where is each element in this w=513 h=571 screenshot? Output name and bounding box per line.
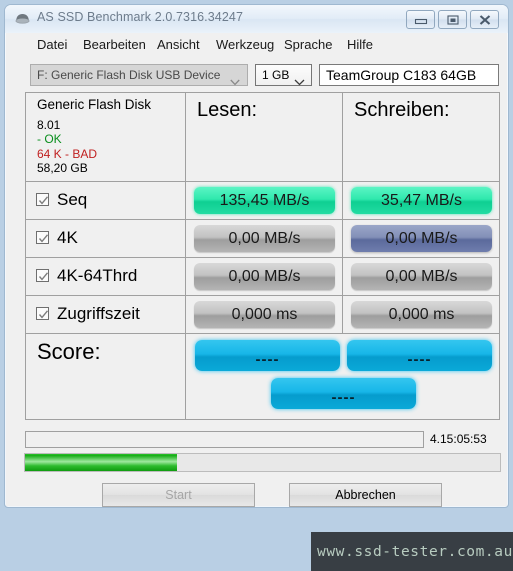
test-size-select[interactable]: 1 GB	[255, 64, 312, 86]
read-result-seq: 135,45 MB/s	[194, 187, 335, 214]
elapsed-time: 4.15:05:53	[430, 432, 487, 446]
application-window: AS SSD Benchmark 2.0.7316.34247 Datei Bea…	[4, 4, 513, 571]
drive-select-value: F: Generic Flash Disk USB Device	[37, 68, 221, 82]
read-result-cell-4k: 0,00 MB/s	[186, 220, 343, 258]
progress-bar	[24, 453, 501, 472]
close-button[interactable]	[470, 10, 499, 29]
grid-header-row: Generic Flash Disk 8.01 - OK 64 K - BAD …	[26, 93, 500, 182]
write-column-header: Schreiben:	[343, 93, 500, 182]
test-rows: Seq 135,45 MB/s 35,47 MB/s 4K 0,00 MB/s 0,00 …	[26, 182, 500, 334]
watermark-overlay: www.ssd-tester.com.au	[311, 532, 513, 571]
write-result-seq: 35,47 MB/s	[351, 187, 492, 214]
read-result-4k-64thrd: 0,00 MB/s	[194, 263, 335, 290]
read-column-label: Lesen:	[197, 99, 258, 121]
chevron-down-icon	[230, 73, 240, 91]
maximize-icon	[446, 14, 459, 25]
write-column-label: Schreiben:	[354, 99, 450, 121]
score-values-cell: ---- ---- ----	[186, 334, 500, 420]
title-bar: AS SSD Benchmark 2.0.7316.34247	[5, 5, 508, 33]
test-label-cell-seq: Seq	[26, 182, 186, 220]
test-label-cell-4k-64thrd: 4K-64Thrd	[26, 258, 186, 296]
test-label-zugriffszeit: Zugriffszeit	[57, 304, 140, 323]
status-field	[25, 431, 424, 448]
drive-model: Generic Flash Disk	[37, 97, 152, 112]
menu-item-werkzeug[interactable]: Werkzeug	[212, 37, 278, 55]
window-title: AS SSD Benchmark 2.0.7316.34247	[37, 10, 244, 24]
test-checkbox-4k-64thrd[interactable]	[36, 269, 49, 282]
drive-firmware: 8.01	[37, 117, 61, 132]
menu-item-datei[interactable]: Datei	[33, 37, 71, 55]
menu-bar: Datei Bearbeiten Ansicht Werkzeug Sprache Hil…	[6, 33, 507, 60]
chevron-down-icon	[294, 73, 305, 91]
read-column-header: Lesen:	[186, 93, 343, 182]
test-label-cell-zugriffszeit: Zugriffszeit	[26, 296, 186, 334]
test-checkbox-seq[interactable]	[36, 193, 49, 206]
menu-item-sprache[interactable]: Sprache	[280, 37, 336, 55]
device-name-input[interactable]: TeamGroup C183 64GB	[319, 64, 499, 86]
drive-status: - OK	[37, 132, 62, 146]
score-row: Score: ---- ---- ----	[26, 334, 500, 420]
test-label-4k-64thrd: 4K-64Thrd	[57, 266, 138, 285]
menu-item-bearbeiten[interactable]: Bearbeiten	[79, 37, 150, 55]
test-row: Zugriffszeit 0,000 ms 0,000 ms	[26, 296, 500, 334]
menu-item-hilfe[interactable]: Hilfe	[343, 37, 377, 55]
minimize-button[interactable]	[406, 10, 435, 29]
benchmark-grid: Generic Flash Disk 8.01 - OK 64 K - BAD …	[25, 92, 500, 420]
test-row: 4K 0,00 MB/s 0,00 MB/s	[26, 220, 500, 258]
start-button[interactable]: Start	[102, 483, 255, 507]
read-result-cell-4k-64thrd: 0,00 MB/s	[186, 258, 343, 296]
score-title: Score:	[37, 339, 101, 364]
test-checkbox-4k[interactable]	[36, 231, 49, 244]
read-result-zugriffszeit: 0,000 ms	[194, 301, 335, 328]
write-result-zugriffszeit: 0,000 ms	[351, 301, 492, 328]
score-label-cell: Score:	[26, 334, 186, 420]
read-result-cell-zugriffszeit: 0,000 ms	[186, 296, 343, 334]
read-result-4k: 0,00 MB/s	[194, 225, 335, 252]
close-icon	[479, 14, 490, 25]
watermark-text: www.ssd-tester.com.au	[317, 544, 513, 560]
drive-capacity: 58,20 GB	[37, 161, 88, 175]
drive-select[interactable]: F: Generic Flash Disk USB Device	[30, 64, 248, 86]
write-result-cell-4k: 0,00 MB/s	[343, 220, 500, 258]
write-result-cell-4k-64thrd: 0,00 MB/s	[343, 258, 500, 296]
test-size-value: 1 GB	[262, 68, 290, 82]
write-result-4k-64thrd: 0,00 MB/s	[351, 263, 492, 290]
minimize-icon	[414, 18, 427, 24]
score-read-box: ----	[195, 340, 340, 371]
write-result-cell-zugriffszeit: 0,000 ms	[343, 296, 500, 334]
menu-item-ansicht[interactable]: Ansicht	[153, 37, 204, 55]
score-total-box: ----	[271, 378, 416, 409]
progress-bar-fill	[25, 454, 177, 471]
read-result-cell-seq: 135,45 MB/s	[186, 182, 343, 220]
cancel-button[interactable]: Abbrechen	[289, 483, 442, 507]
drive-info-panel: Generic Flash Disk 8.01 - OK 64 K - BAD …	[26, 93, 186, 182]
device-name-value: TeamGroup C183 64GB	[326, 67, 477, 83]
test-label-seq: Seq	[57, 190, 88, 209]
score-write-box: ----	[347, 340, 492, 371]
test-label-4k: 4K	[57, 228, 78, 247]
client-area: F: Generic Flash Disk USB Device 1 GB Te…	[6, 59, 513, 571]
write-result-4k: 0,00 MB/s	[351, 225, 492, 252]
test-label-cell-4k: 4K	[26, 220, 186, 258]
drive-alignment: 64 K - BAD	[37, 146, 98, 161]
maximize-button[interactable]	[438, 10, 467, 29]
write-result-cell-seq: 35,47 MB/s	[343, 182, 500, 220]
test-row: 4K-64Thrd 0,00 MB/s 0,00 MB/s	[26, 258, 500, 296]
ssd-drive-icon	[14, 11, 31, 26]
test-row: Seq 135,45 MB/s 35,47 MB/s	[26, 182, 500, 220]
test-checkbox-zugriffszeit[interactable]	[36, 307, 49, 320]
